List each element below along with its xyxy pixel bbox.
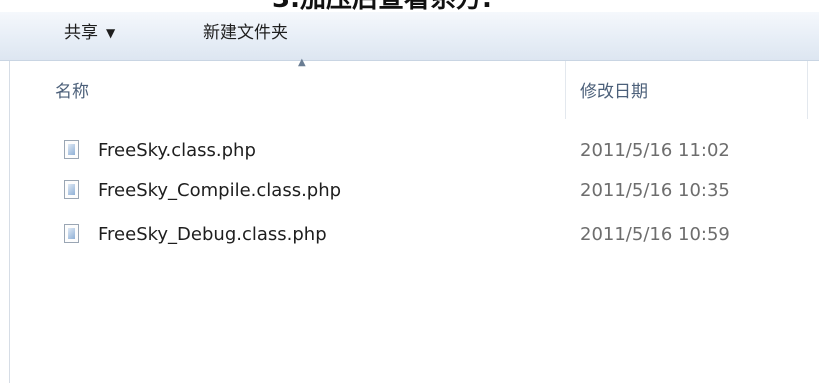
file-row[interactable]: FreeSky.class.php 2011/5/16 11:02 bbox=[58, 134, 798, 168]
file-date-modified: 2011/5/16 11:02 bbox=[580, 140, 730, 161]
column-divider[interactable] bbox=[807, 61, 808, 119]
file-name: FreeSky_Compile.class.php bbox=[98, 180, 342, 201]
file-date-modified: 2011/5/16 10:59 bbox=[580, 224, 730, 245]
share-label: 共享 bbox=[64, 23, 98, 43]
file-name: FreeSky_Debug.class.php bbox=[98, 224, 327, 245]
file-date-modified: 2011/5/16 10:35 bbox=[580, 180, 730, 201]
share-button[interactable]: 共享 ▼ bbox=[64, 18, 115, 48]
navigation-pane-edge bbox=[0, 61, 10, 383]
php-file-icon bbox=[64, 224, 79, 243]
sort-ascending-icon: ▲ bbox=[298, 57, 306, 68]
column-header-date-modified[interactable]: 修改日期 bbox=[580, 77, 648, 102]
chevron-down-icon: ▼ bbox=[106, 26, 116, 40]
column-divider[interactable] bbox=[565, 61, 566, 119]
php-file-icon bbox=[64, 140, 79, 159]
php-file-icon bbox=[64, 180, 79, 199]
file-name: FreeSky.class.php bbox=[98, 140, 256, 161]
file-row[interactable]: FreeSky_Compile.class.php 2011/5/16 10:3… bbox=[58, 174, 798, 208]
column-header-name[interactable]: 名称 bbox=[55, 77, 89, 102]
command-bar: 共享 ▼ 新建文件夹 bbox=[0, 12, 819, 61]
column-header-bar: ▲ 名称 修改日期 bbox=[10, 57, 819, 119]
file-row[interactable]: FreeSky_Debug.class.php 2011/5/16 10:59 bbox=[58, 218, 798, 252]
new-folder-button[interactable]: 新建文件夹 bbox=[203, 18, 288, 48]
